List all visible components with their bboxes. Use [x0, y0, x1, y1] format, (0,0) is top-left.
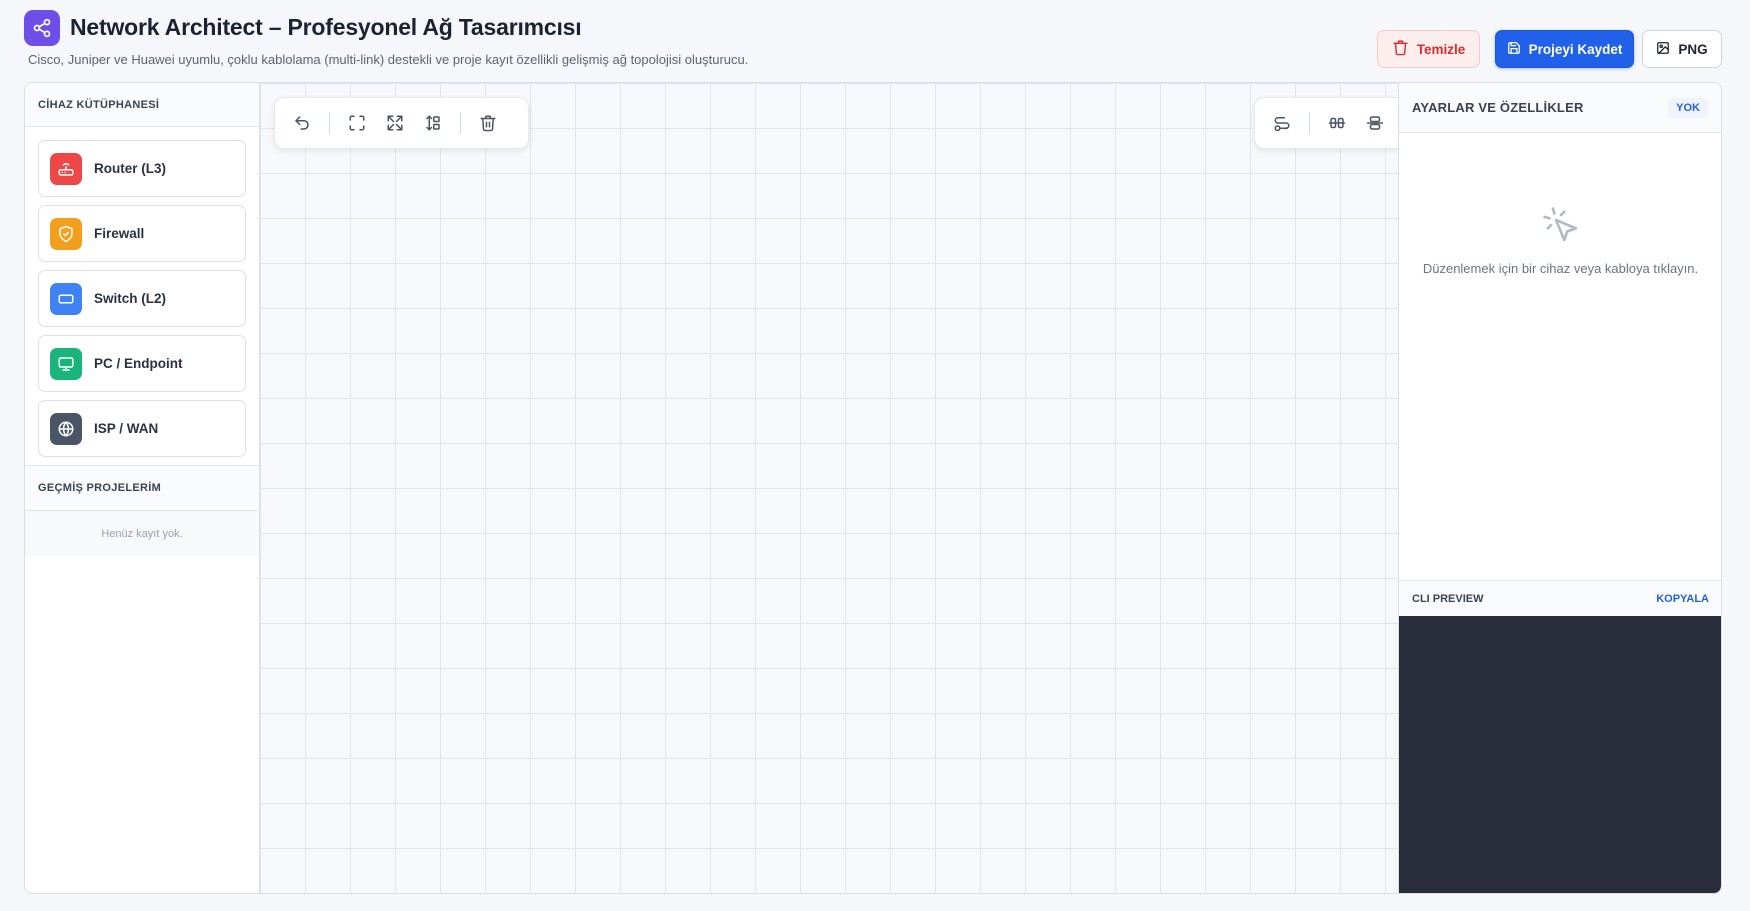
- monitor-icon: [50, 347, 82, 380]
- route-icon[interactable]: [1263, 105, 1301, 141]
- device-label: ISP / WAN: [94, 421, 159, 436]
- shield-icon: [50, 217, 82, 250]
- settings-header: AYARLAR VE ÖZELLİKLER YOK: [1399, 83, 1721, 133]
- router-icon: [50, 152, 82, 185]
- device-pc[interactable]: PC / Endpoint: [38, 335, 246, 392]
- past-projects-title: GEÇMİŞ PROJELERİM: [25, 465, 259, 511]
- settings-empty-text: Düzenlemek için bir cihaz veya kabloya t…: [1422, 261, 1699, 276]
- export-png-label: PNG: [1678, 41, 1708, 57]
- canvas-toolbar-left: [274, 97, 529, 149]
- export-png-button[interactable]: PNG: [1642, 30, 1722, 68]
- device-label: Router (L3): [94, 161, 166, 176]
- device-library-title: CİHAZ KÜTÜPHANESİ: [25, 83, 259, 127]
- settings-empty-state: Düzenlemek için bir cihaz veya kabloya t…: [1399, 133, 1721, 580]
- switch-icon: [50, 282, 82, 315]
- device-list: Router (L3) Firewall Switch (L2) PC / En…: [25, 127, 259, 457]
- device-label: Firewall: [94, 226, 145, 241]
- clear-button[interactable]: Temizle: [1377, 30, 1480, 68]
- app-header: Network Architect – Profesyonel Ağ Tasar…: [0, 0, 1750, 82]
- app-subtitle: Cisco, Juniper ve Huawei uyumlu, çoklu k…: [28, 52, 749, 67]
- trash-icon: [1392, 39, 1409, 59]
- device-label: PC / Endpoint: [94, 356, 183, 371]
- settings-panel: AYARLAR VE ÖZELLİKLER YOK Düzenlemek içi…: [1398, 83, 1721, 893]
- topology-canvas[interactable]: [260, 83, 1406, 893]
- save-icon: [1507, 41, 1521, 58]
- pointer-click-icon: [1541, 205, 1581, 250]
- delete-icon[interactable]: [469, 105, 507, 141]
- save-project-label: Projeyi Kaydet: [1528, 41, 1623, 57]
- app-title: Network Architect – Profesyonel Ağ Tasar…: [70, 14, 582, 40]
- fit-screen-icon[interactable]: [338, 105, 376, 141]
- cli-preview-header: CLI PREVIEW KOPYALA: [1399, 580, 1721, 616]
- canvas-toolbar-right: [1254, 97, 1406, 149]
- undo-icon[interactable]: [283, 105, 321, 141]
- image-icon: [1656, 41, 1670, 58]
- projects-empty-text: Henüz kayıt yok.: [25, 511, 259, 556]
- clear-button-label: Temizle: [1416, 41, 1466, 57]
- cli-preview-output[interactable]: [1399, 616, 1721, 893]
- toolbar-divider: [329, 112, 330, 134]
- cli-preview-title: CLI PREVIEW: [1412, 592, 1484, 605]
- save-project-button[interactable]: Projeyi Kaydet: [1495, 30, 1634, 68]
- selection-badge: YOK: [1668, 97, 1708, 118]
- auto-layout-icon[interactable]: [414, 105, 452, 141]
- align-vertical-icon[interactable]: [1318, 105, 1356, 141]
- toolbar-divider: [1309, 112, 1310, 134]
- align-horizontal-icon[interactable]: [1356, 105, 1394, 141]
- device-switch[interactable]: Switch (L2): [38, 270, 246, 327]
- device-router[interactable]: Router (L3): [38, 140, 246, 197]
- workspace: CİHAZ KÜTÜPHANESİ Router (L3) Firewall S…: [24, 82, 1722, 894]
- device-firewall[interactable]: Firewall: [38, 205, 246, 262]
- device-label: Switch (L2): [94, 291, 167, 306]
- copy-cli-button[interactable]: KOPYALA: [1656, 593, 1709, 605]
- share-nodes-icon: [24, 10, 60, 46]
- settings-title: AYARLAR VE ÖZELLİKLER: [1412, 100, 1584, 115]
- toolbar-divider: [460, 112, 461, 134]
- device-sidebar: CİHAZ KÜTÜPHANESİ Router (L3) Firewall S…: [25, 83, 260, 893]
- device-isp-wan[interactable]: ISP / WAN: [38, 400, 246, 457]
- expand-icon[interactable]: [376, 105, 414, 141]
- globe-icon: [50, 412, 82, 445]
